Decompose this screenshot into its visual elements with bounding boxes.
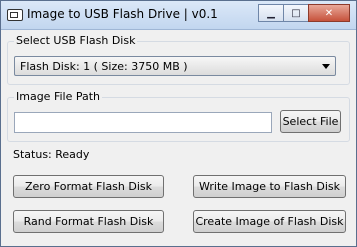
usb-disk-selected-value: Flash Disk: 1 ( Size: 3750 MB ) <box>20 60 188 73</box>
app-window: Image to USB Flash Drive | v0.1 ▁ □ ✕ Se… <box>0 0 357 247</box>
usb-disk-group-label: Select USB Flash Disk <box>14 34 138 47</box>
close-button[interactable]: ✕ <box>308 4 350 22</box>
usb-disk-group: Select USB Flash Disk Flash Disk: 1 ( Si… <box>7 34 350 85</box>
image-path-group-label: Image File Path <box>14 90 103 103</box>
window-controls: ▁ □ ✕ <box>258 4 350 22</box>
minimize-icon: ▁ <box>267 7 275 19</box>
title-bar[interactable]: Image to USB Flash Drive | v0.1 ▁ □ ✕ <box>1 1 356 30</box>
drive-app-icon <box>7 9 23 21</box>
client-area: Select USB Flash Disk Flash Disk: 1 ( Si… <box>7 31 350 240</box>
status-text: Status: Ready <box>13 148 90 161</box>
close-icon: ✕ <box>324 7 334 19</box>
zero-format-button[interactable]: Zero Format Flash Disk <box>13 175 164 198</box>
rand-format-button[interactable]: Rand Format Flash Disk <box>13 210 164 233</box>
maximize-button[interactable]: □ <box>283 4 309 22</box>
create-image-button[interactable]: Create Image of Flash Disk <box>193 210 346 233</box>
image-path-group: Image File Path Select File <box>7 90 350 142</box>
image-path-input[interactable] <box>14 112 272 133</box>
window-title: Image to USB Flash Drive | v0.1 <box>27 7 218 21</box>
chevron-down-icon <box>322 64 330 69</box>
minimize-button[interactable]: ▁ <box>258 4 284 22</box>
select-file-button[interactable]: Select File <box>280 110 341 133</box>
write-image-button[interactable]: Write Image to Flash Disk <box>193 175 346 198</box>
usb-disk-select[interactable]: Flash Disk: 1 ( Size: 3750 MB ) <box>14 56 336 76</box>
maximize-icon: □ <box>291 7 301 19</box>
